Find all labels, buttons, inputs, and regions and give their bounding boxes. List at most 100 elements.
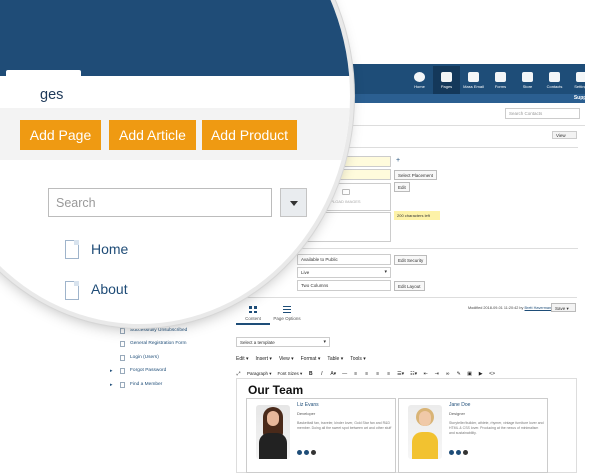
- page-link[interactable]: Find a Member: [130, 382, 162, 387]
- facebook-icon[interactable]: [449, 450, 454, 455]
- page-link[interactable]: Successfully Unsubscribed: [130, 328, 187, 333]
- nav-pages[interactable]: Pages: [433, 66, 460, 94]
- pages-icon: [441, 71, 452, 82]
- menu-format[interactable]: Format ▾: [301, 356, 321, 362]
- page-link-about[interactable]: About: [91, 281, 128, 297]
- tab-content[interactable]: Content: [236, 306, 270, 325]
- edit-security-button[interactable]: Edit Security: [394, 255, 428, 265]
- list-item[interactable]: ▸ Find a Member: [110, 381, 192, 396]
- page-link[interactable]: General Registration Form: [130, 341, 187, 346]
- nav-label: Settings: [574, 83, 589, 89]
- social-icons: [449, 450, 468, 455]
- editor-tabs: Content Page Options: [236, 306, 304, 325]
- save-button[interactable]: Save ▾: [551, 303, 576, 312]
- select-placement-button[interactable]: Select Placement: [394, 170, 438, 180]
- tab-banners[interactable]: Banners: [216, 87, 270, 103]
- code-icon[interactable]: <>: [489, 371, 495, 377]
- page-icon: [120, 368, 125, 375]
- menu-insert[interactable]: Insert ▾: [256, 356, 272, 362]
- font-sizes-select[interactable]: Font Sizes ▾: [278, 371, 303, 377]
- menu-edit[interactable]: Edit ▾: [236, 356, 249, 362]
- nav-label: Contacts: [546, 83, 563, 89]
- link-icon[interactable]: ∞: [445, 371, 450, 377]
- twitter-icon[interactable]: [456, 450, 461, 455]
- layout-field[interactable]: Two Columns: [297, 280, 391, 291]
- italic-icon[interactable]: I: [319, 371, 324, 377]
- menu-label: View: [278, 356, 290, 362]
- avatar: [256, 405, 290, 459]
- nav-contacts[interactable]: Contacts: [541, 66, 568, 94]
- editor-menubar: Edit ▾ Insert ▾ View ▾ Format ▾ Table ▾ …: [236, 356, 366, 362]
- page-link-home[interactable]: Home: [91, 241, 128, 257]
- github-icon[interactable]: [311, 450, 316, 455]
- edit-layout-button[interactable]: Edit Layout: [394, 281, 425, 291]
- add-icon[interactable]: +: [396, 157, 400, 164]
- align-left-icon[interactable]: ≡: [353, 371, 358, 377]
- bold-icon[interactable]: B: [308, 371, 313, 377]
- page-icon: [65, 281, 79, 300]
- outdent-icon[interactable]: ⇤: [423, 371, 428, 377]
- strikethrough-icon[interactable]: —: [342, 371, 347, 377]
- nav-mass-email[interactable]: Mass Email: [460, 66, 487, 94]
- search-dropdown-button[interactable]: [280, 188, 307, 217]
- settings-icon: [576, 71, 587, 82]
- edit-button[interactable]: Edit: [394, 182, 410, 192]
- paragraph-select[interactable]: Paragraph ▾: [247, 371, 272, 377]
- nav-settings[interactable]: Settings: [568, 66, 595, 94]
- align-right-icon[interactable]: ≡: [375, 371, 380, 377]
- page-icon: [65, 240, 79, 259]
- mail-icon: [468, 71, 479, 82]
- divider: [300, 248, 578, 249]
- tab-pages[interactable]: ges: [40, 87, 63, 103]
- tab-page-options[interactable]: Page Options: [270, 306, 304, 325]
- top-navigation: Home Pages Mass Email Forms Store Contac…: [406, 66, 595, 94]
- avatar: [408, 405, 442, 459]
- menu-table[interactable]: Table ▾: [327, 356, 343, 362]
- nav-label: Home: [414, 83, 425, 89]
- list-item[interactable]: ▸ Forgot Password: [110, 368, 192, 382]
- add-page-button[interactable]: Add Page: [20, 120, 101, 150]
- indent-icon[interactable]: ⇥: [434, 371, 439, 377]
- expand-arrow-icon[interactable]: ▸: [110, 382, 113, 388]
- security-field[interactable]: Available to Public: [297, 254, 391, 265]
- page-link[interactable]: Forgot Password: [130, 368, 166, 373]
- search-contacts-input[interactable]: Search Contacts: [505, 108, 580, 119]
- template-select[interactable]: Select a template: [236, 337, 330, 347]
- nav-store[interactable]: Store: [514, 66, 541, 94]
- github-icon[interactable]: [463, 450, 468, 455]
- modified-user-link[interactable]: Brett Haverman: [525, 306, 552, 310]
- zoomed-header: [0, 0, 350, 76]
- nav-home[interactable]: Home: [406, 66, 433, 94]
- nav-forms[interactable]: Forms: [487, 66, 514, 94]
- page-link[interactable]: Login (Users): [130, 355, 159, 360]
- edit-pencil-icon[interactable]: ✎: [456, 371, 461, 377]
- status-select[interactable]: Live: [297, 267, 391, 278]
- menu-tools[interactable]: Tools ▾: [350, 356, 366, 362]
- facebook-icon[interactable]: [297, 450, 302, 455]
- numbered-list-icon[interactable]: ☷▾: [410, 371, 417, 377]
- list-item[interactable]: Successfully Unsubscribed: [110, 327, 192, 342]
- social-icons: [297, 450, 316, 455]
- image-insert-icon[interactable]: ▣: [467, 371, 472, 377]
- search-input[interactable]: Search: [48, 188, 272, 217]
- add-article-button[interactable]: Add Article: [109, 120, 196, 150]
- contacts-icon: [549, 71, 560, 82]
- modified-text: Modified 2018-09-01 11:20:42 by: [468, 306, 524, 310]
- menu-view[interactable]: View ▾: [279, 356, 294, 362]
- bullet-list-icon[interactable]: ☰▾: [397, 371, 404, 377]
- list-item[interactable]: General Registration Form: [110, 341, 192, 355]
- list-item[interactable]: Login (Users): [110, 354, 192, 369]
- cart-icon: [522, 71, 533, 82]
- media-icon[interactable]: ▶: [478, 371, 483, 377]
- twitter-icon[interactable]: [304, 450, 309, 455]
- add-product-button[interactable]: Add Product: [202, 120, 297, 150]
- fullscreen-icon[interactable]: ⤢: [236, 371, 241, 377]
- justify-icon[interactable]: ≡: [386, 371, 391, 377]
- expand-arrow-icon[interactable]: ▸: [110, 368, 113, 374]
- align-center-icon[interactable]: ≡: [364, 371, 369, 377]
- text-color-icon[interactable]: A▾: [330, 371, 336, 377]
- page-icon: [120, 327, 125, 334]
- support-link[interactable]: Support: [574, 95, 593, 101]
- tab-page-sorting[interactable]: Page Sorting: [105, 87, 189, 103]
- view-button[interactable]: View: [552, 131, 577, 139]
